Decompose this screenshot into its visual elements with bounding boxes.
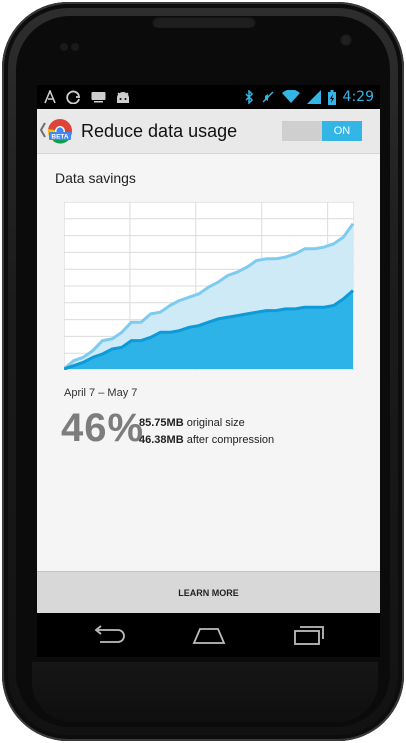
action-bar: BETA Reduce data usage ON [37,109,380,154]
front-camera [340,34,352,46]
back-icon[interactable] [92,625,126,650]
wifi-icon [281,90,300,104]
data-savings-chart [64,202,354,370]
status-clock: 4:29 [342,89,374,105]
toggle-on-label: ON [322,121,362,141]
earpiece-speaker [152,16,256,28]
keyboard-icon [91,91,106,103]
page-title: Reduce data usage [81,121,238,141]
original-size-line: 85.75MB original size [139,415,274,432]
section-title: Data savings [55,170,136,186]
original-size-value: 85.75MB [139,417,184,429]
bluetooth-icon [245,90,254,104]
chrome-beta-icon[interactable]: BETA [47,118,73,144]
compressed-size-label: after compression [183,434,275,446]
data-saver-toggle[interactable]: ON [282,121,362,141]
compressed-size-value: 46.38MB [139,434,184,446]
savings-details: 85.75MB original size 46.38MB after comp… [139,415,274,449]
phone-chin [32,662,378,722]
beta-badge-text: BETA [51,134,69,141]
home-icon[interactable] [192,625,226,650]
navigation-bar [37,613,380,657]
recents-icon[interactable] [292,625,326,650]
original-size-label: original size [183,417,245,429]
learn-more-button[interactable]: LEARN MORE [37,571,380,614]
compressed-size-line: 46.38MB after compression [139,432,274,449]
savings-percent: 46% [61,406,145,450]
up-caret-icon[interactable] [39,121,47,144]
notification-icon [43,90,57,104]
status-bar: 4:29 [37,85,380,109]
sensor-dots [60,38,82,51]
date-range: April 7 – May 7 [64,387,138,399]
content-area: Data savings April 7 – May 7 46% 85.75MB… [37,154,380,571]
mute-icon [261,90,275,104]
signal-icon [306,90,321,104]
android-icon [115,91,131,104]
sync-icon [66,90,82,104]
screen: 4:29 BETA Reduce data usage ON Data savi… [37,85,380,657]
battery-icon [327,89,336,105]
